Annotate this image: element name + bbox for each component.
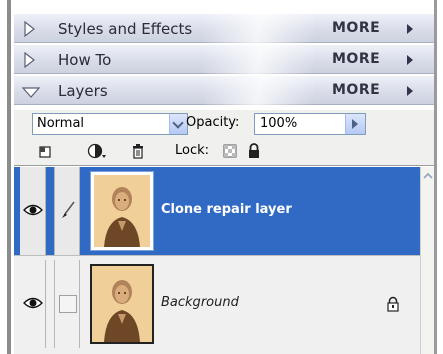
more-button[interactable]: MORE xyxy=(332,82,380,98)
more-button[interactable]: MORE xyxy=(332,20,380,36)
opacity-value: 100% xyxy=(260,116,298,131)
expand-arrow-icon[interactable] xyxy=(22,52,36,68)
blend-mode-select[interactable]: Normal xyxy=(32,113,188,135)
brush-icon xyxy=(62,201,75,218)
more-arrow-icon[interactable] xyxy=(407,55,413,65)
layer-thumbnail xyxy=(90,171,154,251)
adjustment-layer-icon[interactable] xyxy=(86,141,108,161)
palette-title: How To xyxy=(58,51,112,69)
scroll-up-arrow-icon[interactable] xyxy=(422,170,434,182)
window-frame-left xyxy=(0,0,12,354)
trash-icon[interactable] xyxy=(130,141,146,161)
opacity-input[interactable]: 100% xyxy=(254,113,366,135)
blend-mode-value: Normal xyxy=(37,116,85,131)
link-cell[interactable] xyxy=(54,260,80,348)
new-layer-icon[interactable] xyxy=(38,141,52,161)
chevron-down-icon[interactable] xyxy=(169,114,187,134)
layer-name[interactable]: Clone repair layer xyxy=(161,202,292,217)
more-button[interactable]: MORE xyxy=(332,51,380,67)
layers-scrollbar[interactable] xyxy=(420,167,434,354)
layer-row-clone-repair[interactable]: Clone repair layer xyxy=(14,167,420,255)
palette-title: Styles and Effects xyxy=(58,20,193,38)
collapse-arrow-icon[interactable] xyxy=(22,85,40,101)
lock-transparent-icon[interactable] xyxy=(222,141,238,161)
more-arrow-icon[interactable] xyxy=(407,86,413,96)
link-box[interactable] xyxy=(59,295,77,313)
palette-header-how-to[interactable]: How To MORE xyxy=(14,44,434,74)
window-frame-right xyxy=(434,0,443,354)
eye-icon[interactable] xyxy=(23,203,43,217)
layer-row-background[interactable]: Background xyxy=(14,260,420,348)
layers-options-bar: Normal Opacity: 100% Lock: xyxy=(14,110,434,166)
layers-list: Clone repair layer Background xyxy=(14,167,434,354)
expand-arrow-icon[interactable] xyxy=(22,21,36,37)
palette-title: Layers xyxy=(58,82,108,100)
palette-header-layers[interactable]: Layers MORE xyxy=(14,75,434,105)
opacity-slider-arrow-icon[interactable] xyxy=(345,114,365,134)
more-arrow-icon[interactable] xyxy=(407,24,413,34)
lock-icon xyxy=(387,296,399,312)
visibility-cell[interactable] xyxy=(20,260,46,348)
visibility-cell[interactable] xyxy=(20,167,46,255)
opacity-label: Opacity: xyxy=(186,115,240,130)
eye-icon[interactable] xyxy=(23,296,43,310)
palette-header-styles-effects[interactable]: Styles and Effects MORE xyxy=(14,13,434,43)
lock-all-icon[interactable] xyxy=(246,141,262,161)
layer-thumbnail xyxy=(90,264,154,344)
lock-label: Lock: xyxy=(175,143,210,158)
link-cell[interactable] xyxy=(54,167,80,255)
layer-name[interactable]: Background xyxy=(161,295,239,310)
